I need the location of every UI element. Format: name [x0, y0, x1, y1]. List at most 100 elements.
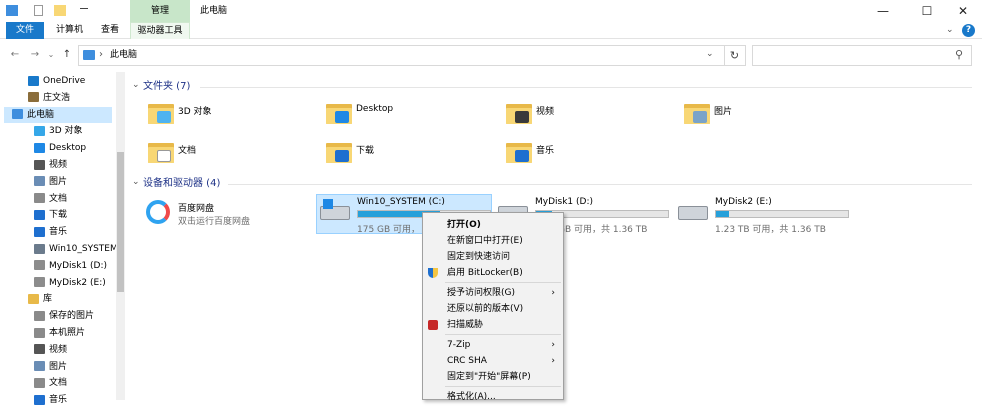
- baidu-netdisk-icon: [146, 200, 170, 224]
- navigation-scrollbar-thumb[interactable]: [117, 152, 124, 292]
- context-menu-label: 授予访问权限(G): [447, 288, 515, 298]
- context-menu-item-9[interactable]: 固定到"开始"屏幕(P): [423, 369, 563, 385]
- sidebar-item-3[interactable]: 3D 对象: [0, 123, 116, 139]
- tab-drive-tools[interactable]: 驱动器工具: [130, 22, 190, 39]
- back-button[interactable]: ←: [8, 46, 22, 64]
- sidebar-item-13[interactable]: 库: [0, 291, 116, 307]
- folder-tile[interactable]: 文档: [148, 139, 308, 173]
- sidebar-item-19[interactable]: 音乐: [0, 392, 116, 408]
- sidebar-item-7[interactable]: 文档: [0, 191, 116, 207]
- devices-collapse-icon[interactable]: ⌄: [132, 177, 140, 187]
- tab-computer[interactable]: 计算机: [46, 22, 93, 39]
- drive-icon: [34, 243, 45, 254]
- sidebar-item-14[interactable]: 保存的图片: [0, 308, 116, 324]
- library-icon: [28, 293, 39, 304]
- drive-icon: [34, 277, 45, 288]
- refresh-button[interactable]: ↻: [724, 45, 744, 66]
- folder-badge-icon: [515, 150, 529, 162]
- context-menu-item-3[interactable]: 启用 BitLocker(B): [423, 265, 563, 281]
- context-menu-item-0[interactable]: 打开(O): [423, 217, 563, 233]
- sidebar-item-6[interactable]: 图片: [0, 174, 116, 190]
- drive-usage-fill: [716, 211, 730, 217]
- address-bar[interactable]: [78, 45, 746, 66]
- devices-group-header[interactable]: 设备和驱动器 (4): [143, 177, 220, 191]
- folder-badge-icon: [335, 111, 349, 123]
- context-menu-item-5[interactable]: 还原以前的版本(V): [423, 301, 563, 317]
- folder-tile[interactable]: 图片: [684, 100, 844, 134]
- sidebar-item-11[interactable]: MyDisk1 (D:): [0, 258, 116, 274]
- context-menu-separator: [445, 282, 561, 283]
- context-menu-item-2[interactable]: 固定到快速访问: [423, 249, 563, 265]
- sidebar-item-17[interactable]: 图片: [0, 359, 116, 375]
- tab-file[interactable]: 文件: [6, 22, 44, 39]
- path-separator-icon[interactable]: ›: [99, 49, 103, 60]
- folder-badge-icon: [335, 150, 349, 162]
- context-menu-label: 扫描威胁: [447, 320, 484, 330]
- address-computer-icon: [83, 50, 95, 60]
- quick-access-dropdown-icon[interactable]: [80, 8, 88, 12]
- sidebar-item-10[interactable]: Win10_SYSTEM: [0, 241, 118, 257]
- maximize-button[interactable]: ☐: [912, 0, 942, 22]
- sidebar-item-label: MyDisk1 (D:): [49, 260, 107, 271]
- context-menu-item-6[interactable]: 扫描威胁: [423, 317, 563, 333]
- folder-name: 视频: [536, 107, 555, 117]
- tab-view[interactable]: 查看: [91, 22, 129, 39]
- windows-drive-icon: [320, 199, 350, 220]
- properties-icon[interactable]: [34, 5, 43, 16]
- folder-tile[interactable]: Desktop: [326, 100, 486, 134]
- recent-locations-icon[interactable]: ⌄: [44, 46, 58, 64]
- sidebar-item-8[interactable]: 下载: [0, 207, 116, 223]
- drive-name: MyDisk1 (D:): [535, 197, 593, 207]
- folder-badge-icon: [157, 111, 171, 123]
- sidebar-item-9[interactable]: 音乐: [0, 224, 116, 240]
- sidebar-item-label: 下载: [49, 210, 68, 221]
- forward-button[interactable]: →: [28, 46, 42, 64]
- sidebar-item-0[interactable]: OneDrive: [0, 73, 116, 89]
- context-menu-separator: [445, 334, 561, 335]
- folder-tile[interactable]: 视频: [506, 100, 666, 134]
- sidebar-item-12[interactable]: MyDisk2 (E:): [0, 275, 116, 291]
- context-menu-label: 在新窗口中打开(E): [447, 236, 523, 246]
- windows-logo-icon: [323, 199, 333, 209]
- context-menu-item-8[interactable]: CRC SHA ›: [423, 353, 563, 369]
- sidebar-item-2[interactable]: 此电脑: [4, 106, 112, 123]
- sidebar-item-5[interactable]: 视频: [0, 157, 116, 173]
- new-folder-icon[interactable]: [54, 5, 66, 16]
- navigation-pane: OneDrive 庄文浩 此电脑 3D 对象 Desktop 视频 图片 文档 下载 音乐 Win1…: [0, 72, 125, 405]
- folder-tile[interactable]: 音乐: [506, 139, 666, 173]
- sidebar-item-4[interactable]: Desktop: [0, 140, 116, 156]
- context-menu-item-4[interactable]: 授予访问权限(G) ›: [423, 285, 563, 301]
- up-button[interactable]: ↑: [60, 46, 74, 64]
- address-path[interactable]: 此电脑: [110, 45, 137, 66]
- minimize-button[interactable]: —: [868, 0, 898, 22]
- context-menu-label: 还原以前的版本(V): [447, 304, 524, 314]
- address-dropdown-icon[interactable]: ⌄: [706, 49, 714, 59]
- sidebar-item-16[interactable]: 视频: [0, 342, 116, 358]
- context-menu-label: 格式化(A)...: [447, 392, 496, 402]
- search-icon[interactable]: ⚲: [955, 48, 963, 61]
- context-menu-item-1[interactable]: 在新窗口中打开(E): [423, 233, 563, 249]
- manage-tab[interactable]: 管理: [130, 0, 190, 22]
- context-menu-item-10[interactable]: 格式化(A)...: [423, 389, 563, 405]
- folders-collapse-icon[interactable]: ⌄: [132, 80, 140, 90]
- sidebar-item-1[interactable]: 庄文浩: [0, 90, 116, 106]
- folders-group-header[interactable]: 文件夹 (7): [143, 80, 190, 94]
- library-document-icon: [34, 377, 45, 388]
- folder-name: Desktop: [356, 104, 394, 114]
- ribbon-expand-icon[interactable]: ⌄: [946, 25, 954, 35]
- baidu-netdisk-item[interactable]: 百度网盘 双击运行百度网盘: [140, 196, 300, 232]
- sidebar-item-label: 3D 对象: [49, 126, 83, 137]
- sidebar-item-label: 文档: [49, 193, 68, 204]
- sidebar-item-15[interactable]: 本机照片: [0, 325, 116, 341]
- sidebar-item-label: OneDrive: [43, 76, 86, 86]
- user-icon: [28, 92, 39, 103]
- sidebar-item-18[interactable]: 文档: [0, 375, 116, 391]
- context-menu-item-7[interactable]: 7-Zip ›: [423, 337, 563, 353]
- help-icon[interactable]: ?: [962, 24, 975, 37]
- sidebar-item-label: 音乐: [49, 395, 68, 406]
- library-picture-icon: [34, 327, 45, 338]
- close-button[interactable]: ✕: [948, 0, 978, 22]
- search-input[interactable]: [752, 45, 972, 66]
- folder-tile[interactable]: 3D 对象: [148, 100, 308, 134]
- folder-tile[interactable]: 下载: [326, 139, 486, 173]
